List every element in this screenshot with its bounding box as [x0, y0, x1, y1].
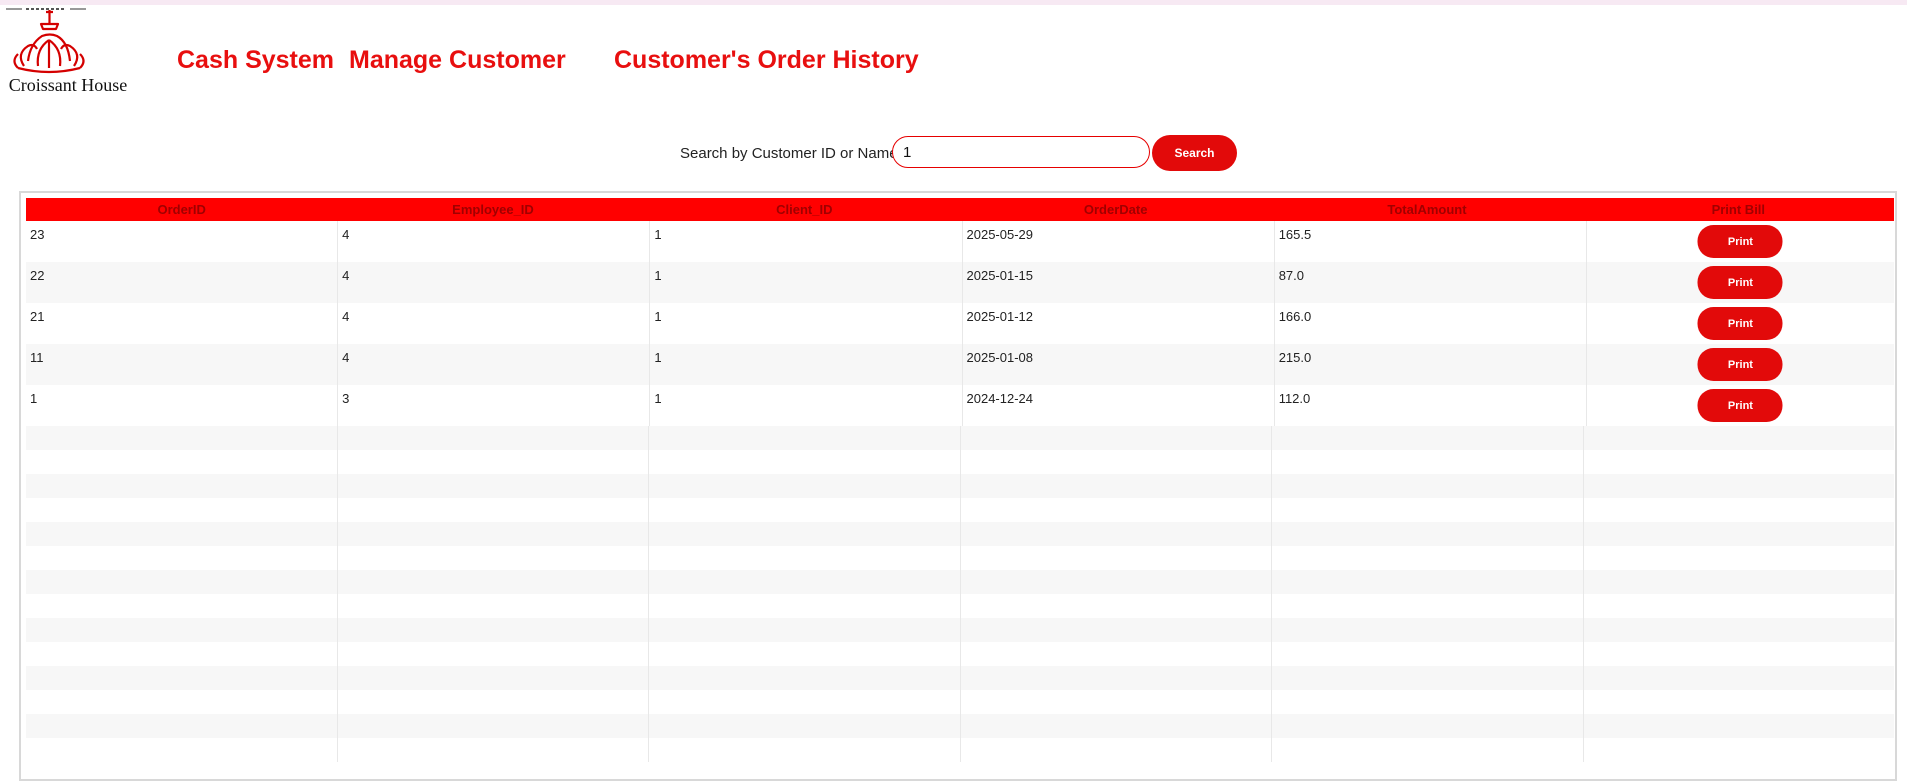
cell-total-amount: 87.0	[1275, 262, 1587, 303]
column-header-order-id[interactable]: OrderID	[26, 198, 337, 221]
cell-order-id: 23	[26, 221, 339, 262]
search-label: Search by Customer ID or Name:	[680, 145, 902, 162]
cell-print-bill: Print	[1587, 385, 1894, 426]
empty-row	[26, 714, 1894, 738]
cell-employee-id: 4	[338, 221, 651, 262]
table-body: 23 4 1 2025-05-29 165.5 Print 22 4 1 202…	[26, 221, 1894, 762]
cell-print-bill: Print	[1587, 221, 1894, 262]
cell-client-id: 1	[650, 221, 963, 262]
empty-row	[26, 450, 1894, 474]
order-history-table: OrderID Employee_ID Client_ID OrderDate …	[19, 191, 1897, 781]
search-button[interactable]: Search	[1152, 135, 1237, 171]
table-row[interactable]: 21 4 1 2025-01-12 166.0 Print	[26, 303, 1894, 344]
cell-employee-id: 4	[338, 344, 651, 385]
empty-row	[26, 426, 1894, 450]
cell-print-bill: Print	[1587, 344, 1894, 385]
cell-client-id: 1	[650, 303, 963, 344]
search-input[interactable]	[892, 136, 1150, 168]
print-button[interactable]: Print	[1697, 225, 1783, 258]
empty-row	[26, 498, 1894, 522]
cell-employee-id: 3	[338, 385, 651, 426]
table-row[interactable]: 23 4 1 2025-05-29 165.5 Print	[26, 221, 1894, 262]
top-strip	[0, 0, 1907, 5]
cell-order-date: 2025-01-08	[963, 344, 1275, 385]
cell-client-id: 1	[650, 344, 963, 385]
nav-cash-system[interactable]: Cash System	[177, 46, 334, 75]
print-button[interactable]: Print	[1697, 348, 1783, 381]
column-header-print-bill[interactable]: Print Bill	[1583, 198, 1894, 221]
cell-total-amount: 166.0	[1275, 303, 1587, 344]
cell-employee-id: 4	[338, 262, 651, 303]
print-button[interactable]: Print	[1697, 389, 1783, 422]
cell-print-bill: Print	[1587, 303, 1894, 344]
empty-row	[26, 738, 1894, 762]
empty-row	[26, 690, 1894, 714]
brand-logo: Croissant House	[6, 6, 130, 106]
print-button[interactable]: Print	[1697, 266, 1783, 299]
cell-order-date: 2025-01-12	[963, 303, 1275, 344]
cell-client-id: 1	[650, 385, 963, 426]
empty-row	[26, 666, 1894, 690]
empty-row	[26, 642, 1894, 666]
cell-order-id: 1	[26, 385, 339, 426]
column-header-order-date[interactable]: OrderDate	[960, 198, 1271, 221]
column-header-total-amount[interactable]: TotalAmount	[1271, 198, 1582, 221]
cell-total-amount: 215.0	[1275, 344, 1587, 385]
cell-employee-id: 4	[338, 303, 651, 344]
nav-order-history[interactable]: Customer's Order History	[614, 46, 919, 75]
brand-name: Croissant House	[8, 75, 128, 95]
brand-underline	[6, 8, 86, 10]
cell-print-bill: Print	[1587, 262, 1894, 303]
croissant-icon	[13, 10, 85, 74]
cell-total-amount: 165.5	[1275, 221, 1587, 262]
cell-order-id: 22	[26, 262, 339, 303]
empty-row	[26, 594, 1894, 618]
cell-order-date: 2024-12-24	[963, 385, 1275, 426]
table-header: OrderID Employee_ID Client_ID OrderDate …	[26, 198, 1894, 221]
empty-row	[26, 522, 1894, 546]
column-header-employee-id[interactable]: Employee_ID	[337, 198, 648, 221]
empty-row	[26, 570, 1894, 594]
print-button[interactable]: Print	[1697, 307, 1783, 340]
nav-manage-customer[interactable]: Manage Customer	[349, 46, 566, 75]
cell-order-id: 11	[26, 344, 339, 385]
table-row[interactable]: 11 4 1 2025-01-08 215.0 Print	[26, 344, 1894, 385]
table-row[interactable]: 22 4 1 2025-01-15 87.0 Print	[26, 262, 1894, 303]
cell-order-id: 21	[26, 303, 339, 344]
column-header-client-id[interactable]: Client_ID	[649, 198, 960, 221]
cell-client-id: 1	[650, 262, 963, 303]
empty-row	[26, 546, 1894, 570]
cell-total-amount: 112.0	[1275, 385, 1587, 426]
empty-row	[26, 474, 1894, 498]
cell-order-date: 2025-01-15	[963, 262, 1275, 303]
empty-row	[26, 618, 1894, 642]
cell-order-date: 2025-05-29	[963, 221, 1275, 262]
table-row[interactable]: 1 3 1 2024-12-24 112.0 Print	[26, 385, 1894, 426]
